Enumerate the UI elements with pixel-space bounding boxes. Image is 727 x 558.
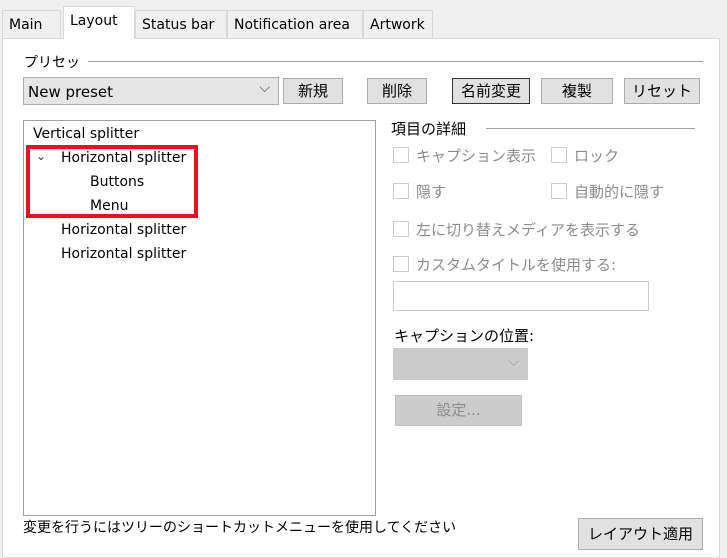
rename-preset-button[interactable]: 名前変更 xyxy=(452,78,530,104)
settings-button[interactable]: 設定... xyxy=(395,395,522,426)
tree-item[interactable]: Vertical splitter xyxy=(33,126,139,142)
preset-select[interactable]: New preset ⌵ xyxy=(23,77,279,105)
chevron-down-icon: ⌵ xyxy=(259,80,270,96)
delete-preset-button[interactable]: 削除 xyxy=(367,78,427,104)
auto-hide-label: 自動的に隠す xyxy=(574,183,665,201)
new-preset-button[interactable]: 新規 xyxy=(283,78,343,104)
duplicate-preset-button[interactable]: 複製 xyxy=(541,78,613,104)
details-group-label: 項目の詳細 xyxy=(391,120,467,138)
hide-checkbox[interactable] xyxy=(393,183,409,199)
custom-title-input[interactable] xyxy=(393,281,649,311)
tree-item[interactable]: Horizontal splitter xyxy=(61,222,186,238)
tab-artwork[interactable]: Artwork xyxy=(363,10,433,38)
divider xyxy=(486,128,695,129)
preset-select-value: New preset xyxy=(28,83,113,101)
tree-hint-text: 変更を行うにはツリーのショートカットメニューを使用してください xyxy=(23,520,457,536)
tab-status-bar[interactable]: Status bar xyxy=(135,10,227,38)
chevron-down-icon: ⌵ xyxy=(508,354,519,370)
tab-notification-area[interactable]: Notification area xyxy=(227,10,363,38)
reset-preset-button[interactable]: リセット xyxy=(624,78,700,104)
show-toggle-left-checkbox[interactable] xyxy=(393,221,409,237)
caption-position-select[interactable]: ⌵ xyxy=(393,348,528,380)
show-caption-checkbox[interactable] xyxy=(393,147,409,163)
highlight-box xyxy=(26,145,198,218)
divider xyxy=(88,61,703,62)
apply-layout-button[interactable]: レイアウト適用 xyxy=(578,518,703,550)
tree-item[interactable]: Horizontal splitter xyxy=(61,246,186,262)
tab-main[interactable]: Main xyxy=(2,10,61,38)
preset-group-label: プリセッ xyxy=(24,55,80,71)
show-caption-label: キャプション表示 xyxy=(416,147,537,165)
lock-label: ロック xyxy=(574,147,620,165)
tab-layout[interactable]: Layout xyxy=(63,6,135,39)
hide-label: 隠す xyxy=(416,183,447,201)
caption-position-label: キャプションの位置: xyxy=(394,327,535,345)
auto-hide-checkbox[interactable] xyxy=(551,183,567,199)
show-toggle-left-label: 左に切り替えメディアを表示する xyxy=(416,221,640,239)
custom-title-checkbox[interactable] xyxy=(393,256,409,272)
custom-title-label: カスタムタイトルを使用する: xyxy=(416,256,617,274)
lock-checkbox[interactable] xyxy=(551,147,567,163)
